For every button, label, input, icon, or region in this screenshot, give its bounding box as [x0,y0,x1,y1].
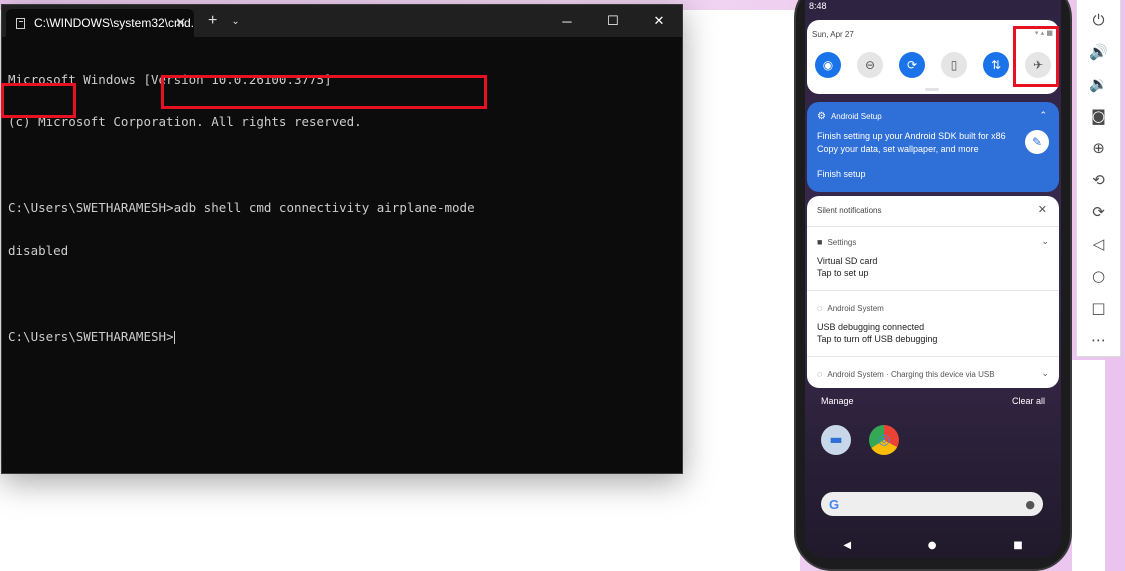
notification-title: Finish setting up your Android SDK built… [817,131,1006,141]
terminal-icon [16,17,25,29]
airplane-highlight-box [1013,26,1059,87]
android-system-notification-header[interactable]: ◌ Android System [817,303,884,313]
auto-rotate-icon: ⟳ [906,58,918,72]
status-bar: 8:48 [805,0,1061,16]
close-button[interactable]: ✕ [636,5,682,37]
terminal-result-line: disabled [8,243,69,259]
google-logo-icon: G [829,496,840,512]
chevron-up-icon[interactable]: ⌃ [1039,110,1047,121]
divider [807,226,1059,227]
messages-icon: ▬ [829,432,843,448]
notification-app-name: Android System [827,303,884,313]
chevron-down-icon[interactable]: ⌄ [1041,368,1049,379]
text-cursor [173,330,175,344]
overview-button[interactable]: □ [1084,292,1114,324]
back-button[interactable]: ◁ [1084,228,1114,260]
charging-notification-header[interactable]: ◌ Android System · Charging this device … [817,369,995,379]
power-button[interactable]: ⏻ [1084,4,1114,36]
nav-home-button[interactable]: ● [928,540,937,551]
do-not-disturb-icon: ⊖ [864,58,876,72]
microphone-icon[interactable]: ● [1025,498,1035,511]
dnd-tile[interactable]: ⊖ [857,52,883,78]
home-button[interactable]: ○ [1084,260,1114,292]
volume-down-button[interactable]: 🔉 [1084,68,1114,100]
qs-date: Sun, Apr 27 [812,30,854,39]
divider [807,290,1059,291]
terminal-prompt-line[interactable]: C:\Users\SWETHARAMESH> [8,328,676,344]
silent-notifications-group[interactable]: Silent notifications ✕ ■ Settings ⌄ Virt… [807,196,1059,388]
google-search-bar[interactable]: G ● [821,492,1043,516]
android-system-icon: ◌ [817,369,823,379]
clear-all-button[interactable]: Clear all [1012,396,1045,406]
chrome-app-icon[interactable]: ◎ [869,425,899,455]
qs-drag-handle[interactable] [925,88,939,91]
mobile-data-tile[interactable]: ⇅ [983,52,1009,78]
notification-subtitle: Tap to set up [817,268,869,278]
navigation-bar: ◀ ● ■ [805,536,1061,554]
settings-notification-header[interactable]: ■ Settings [817,237,856,247]
battery-saver-tile[interactable]: ▯ [941,52,967,78]
terminal-line: (c) Microsoft Corporation. All rights re… [8,114,362,130]
cmd-tab-title: C:\WINDOWS\system32\cmd. [33,16,194,30]
more-button[interactable]: ⋯ [1084,324,1114,356]
status-time: 8:48 [809,1,827,11]
finish-setup-button[interactable]: Finish setup [817,169,866,179]
notification-app-name: Android System · Charging this device vi… [827,369,995,379]
notification-subtitle: Tap to turn off USB debugging [817,334,938,344]
settings-app-icon: ■ [817,237,823,247]
volume-up-button[interactable]: 🔊 [1084,36,1114,68]
rotate-right-button[interactable]: ⟳ [1084,196,1114,228]
tab-dropdown-button[interactable]: ⌄ [231,16,239,27]
wifi-tile[interactable]: ◉ [815,52,841,78]
magic-wand-icon: ✎ [1025,130,1049,154]
tab-close-icon[interactable]: ✕ [175,15,186,31]
emulator-toolbar: ⏻ 🔊 🔉 ◙ ⊕ ⟲ ⟳ ◁ ○ □ ⋯ [1076,0,1121,357]
android-system-icon: ◌ [817,303,823,313]
desktop-background-strip [1072,360,1105,571]
command-highlight-box [161,75,487,109]
nav-recents-button[interactable]: ■ [1013,540,1022,551]
gear-icon: ⚙ [817,111,826,122]
notification-subtitle: Copy your data, set wallpaper, and more [817,144,979,154]
chrome-icon: ◎ [877,432,891,448]
nav-back-button[interactable]: ◀ [843,540,851,551]
notification-header: ⚙ Android Setup [817,111,882,122]
notification-app-name: Android Setup [830,112,882,121]
maximize-button[interactable]: ☐ [590,5,636,37]
terminal-prompt: C:\Users\SWETHARAMESH> [8,328,174,344]
notification-app-name: Settings [827,237,857,247]
camera-button[interactable]: ◙ [1084,100,1114,132]
result-highlight-box [1,83,76,118]
minimize-button[interactable]: ─ [544,5,590,37]
notification-title[interactable]: Virtual SD card [817,256,877,266]
cmd-tab[interactable]: C:\WINDOWS\system32\cmd. ✕ [6,9,194,37]
auto-rotate-tile[interactable]: ⟳ [899,52,925,78]
mobile-data-icon: ⇅ [990,58,1002,72]
chevron-down-icon[interactable]: ⌄ [1041,236,1049,247]
new-tab-button[interactable]: + [208,12,217,30]
notification-title[interactable]: USB debugging connected [817,322,924,332]
divider [807,356,1059,357]
rotate-left-button[interactable]: ⟲ [1084,164,1114,196]
close-icon[interactable]: ✕ [1038,203,1047,216]
android-setup-notification[interactable]: ⚙ Android Setup ⌃ Finish setting up your… [807,102,1059,192]
battery-icon: ▯ [950,58,958,72]
cmd-titlebar[interactable]: C:\WINDOWS\system32\cmd. ✕ + ⌄ ─ ☐ ✕ [2,5,682,37]
zoom-button[interactable]: ⊕ [1084,132,1114,164]
silent-notifications-header: Silent notifications [817,206,882,215]
messages-app-icon[interactable]: ▬ [821,425,851,455]
wifi-icon: ◉ [822,58,834,72]
manage-button[interactable]: Manage [821,396,854,406]
terminal-command-line: C:\Users\SWETHARAMESH>adb shell cmd conn… [8,200,475,216]
